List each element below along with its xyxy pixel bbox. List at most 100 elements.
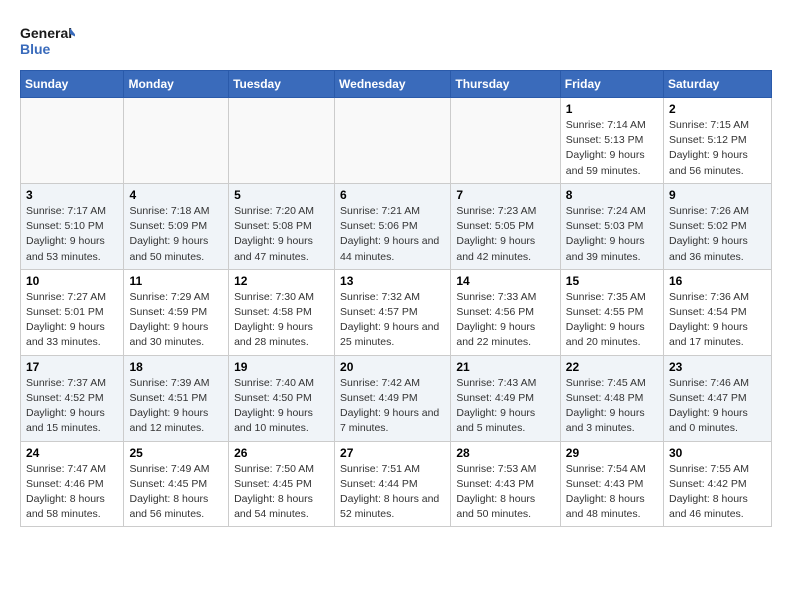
day-number: 29 xyxy=(566,446,658,460)
day-number: 15 xyxy=(566,274,658,288)
calendar-day-cell: 3 Sunrise: 7:17 AM Sunset: 5:10 PM Daylig… xyxy=(21,183,124,269)
calendar-day-cell: 18 Sunrise: 7:39 AM Sunset: 4:51 PM Dayli… xyxy=(124,355,229,441)
day-number: 4 xyxy=(129,188,223,202)
calendar-week-row: 17 Sunrise: 7:37 AM Sunset: 4:52 PM Dayli… xyxy=(21,355,772,441)
day-number: 18 xyxy=(129,360,223,374)
calendar-day-cell xyxy=(451,98,560,184)
day-info: Sunrise: 7:26 AM Sunset: 5:02 PM Dayligh… xyxy=(669,204,766,265)
calendar-day-cell: 17 Sunrise: 7:37 AM Sunset: 4:52 PM Dayli… xyxy=(21,355,124,441)
day-info: Sunrise: 7:23 AM Sunset: 5:05 PM Dayligh… xyxy=(456,204,554,265)
calendar-day-cell: 22 Sunrise: 7:45 AM Sunset: 4:48 PM Dayli… xyxy=(560,355,663,441)
day-info: Sunrise: 7:15 AM Sunset: 5:12 PM Dayligh… xyxy=(669,118,766,179)
calendar-day-cell: 11 Sunrise: 7:29 AM Sunset: 4:59 PM Dayli… xyxy=(124,269,229,355)
day-number: 13 xyxy=(340,274,445,288)
calendar-day-cell: 30Sunrise: 7:55 AM Sunset: 4:42 PM Dayli… xyxy=(664,441,772,527)
calendar-day-cell: 25 Sunrise: 7:49 AM Sunset: 4:45 PM Dayli… xyxy=(124,441,229,527)
day-number: 26 xyxy=(234,446,329,460)
day-number: 27 xyxy=(340,446,445,460)
day-info: Sunrise: 7:40 AM Sunset: 4:50 PM Dayligh… xyxy=(234,376,329,437)
svg-text:Blue: Blue xyxy=(20,41,51,57)
day-number: 3 xyxy=(26,188,118,202)
calendar-day-cell: 20 Sunrise: 7:42 AM Sunset: 4:49 PM Dayli… xyxy=(335,355,451,441)
day-number: 12 xyxy=(234,274,329,288)
calendar-day-cell xyxy=(335,98,451,184)
day-number: 2 xyxy=(669,102,766,116)
calendar-day-cell: 14Sunrise: 7:33 AM Sunset: 4:56 PM Dayli… xyxy=(451,269,560,355)
calendar-day-cell xyxy=(21,98,124,184)
day-number: 8 xyxy=(566,188,658,202)
weekday-header-row: SundayMondayTuesdayWednesdayThursdayFrid… xyxy=(21,71,772,98)
day-info: Sunrise: 7:36 AM Sunset: 4:54 PM Dayligh… xyxy=(669,290,766,351)
calendar-day-cell xyxy=(124,98,229,184)
day-info: Sunrise: 7:21 AM Sunset: 5:06 PM Dayligh… xyxy=(340,204,445,265)
weekday-header-cell: Sunday xyxy=(21,71,124,98)
day-info: Sunrise: 7:35 AM Sunset: 4:55 PM Dayligh… xyxy=(566,290,658,351)
calendar-day-cell: 12 Sunrise: 7:30 AM Sunset: 4:58 PM Dayli… xyxy=(229,269,335,355)
calendar-day-cell: 1 Sunrise: 7:14 AM Sunset: 5:13 PM Daylig… xyxy=(560,98,663,184)
weekday-header-cell: Monday xyxy=(124,71,229,98)
calendar-day-cell: 4 Sunrise: 7:18 AM Sunset: 5:09 PM Daylig… xyxy=(124,183,229,269)
page-header: General Blue xyxy=(20,20,772,60)
day-info: Sunrise: 7:24 AM Sunset: 5:03 PM Dayligh… xyxy=(566,204,658,265)
day-number: 21 xyxy=(456,360,554,374)
day-number: 23 xyxy=(669,360,766,374)
day-info: Sunrise: 7:30 AM Sunset: 4:58 PM Dayligh… xyxy=(234,290,329,351)
calendar-week-row: 10 Sunrise: 7:27 AM Sunset: 5:01 PM Dayli… xyxy=(21,269,772,355)
calendar-day-cell: 7 Sunrise: 7:23 AM Sunset: 5:05 PM Daylig… xyxy=(451,183,560,269)
day-info: Sunrise: 7:50 AM Sunset: 4:45 PM Dayligh… xyxy=(234,462,329,523)
day-info: Sunrise: 7:51 AM Sunset: 4:44 PM Dayligh… xyxy=(340,462,445,523)
day-info: Sunrise: 7:37 AM Sunset: 4:52 PM Dayligh… xyxy=(26,376,118,437)
calendar-day-cell: 6Sunrise: 7:21 AM Sunset: 5:06 PM Daylig… xyxy=(335,183,451,269)
day-number: 16 xyxy=(669,274,766,288)
calendar-day-cell: 27 Sunrise: 7:51 AM Sunset: 4:44 PM Dayli… xyxy=(335,441,451,527)
day-info: Sunrise: 7:54 AM Sunset: 4:43 PM Dayligh… xyxy=(566,462,658,523)
day-info: Sunrise: 7:39 AM Sunset: 4:51 PM Dayligh… xyxy=(129,376,223,437)
calendar-day-cell: 21 Sunrise: 7:43 AM Sunset: 4:49 PM Dayli… xyxy=(451,355,560,441)
day-number: 19 xyxy=(234,360,329,374)
weekday-header-cell: Tuesday xyxy=(229,71,335,98)
calendar-week-row: 24Sunrise: 7:47 AM Sunset: 4:46 PM Dayli… xyxy=(21,441,772,527)
weekday-header-cell: Saturday xyxy=(664,71,772,98)
day-info: Sunrise: 7:27 AM Sunset: 5:01 PM Dayligh… xyxy=(26,290,118,351)
day-info: Sunrise: 7:42 AM Sunset: 4:49 PM Dayligh… xyxy=(340,376,445,437)
day-info: Sunrise: 7:18 AM Sunset: 5:09 PM Dayligh… xyxy=(129,204,223,265)
calendar-day-cell: 23 Sunrise: 7:46 AM Sunset: 4:47 PM Dayli… xyxy=(664,355,772,441)
day-number: 20 xyxy=(340,360,445,374)
day-info: Sunrise: 7:45 AM Sunset: 4:48 PM Dayligh… xyxy=(566,376,658,437)
weekday-header-cell: Thursday xyxy=(451,71,560,98)
logo-svg: General Blue xyxy=(20,20,75,60)
day-info: Sunrise: 7:43 AM Sunset: 4:49 PM Dayligh… xyxy=(456,376,554,437)
calendar-body: 1 Sunrise: 7:14 AM Sunset: 5:13 PM Daylig… xyxy=(21,98,772,527)
day-number: 11 xyxy=(129,274,223,288)
calendar-day-cell: 15 Sunrise: 7:35 AM Sunset: 4:55 PM Dayli… xyxy=(560,269,663,355)
svg-text:General: General xyxy=(20,25,72,41)
calendar-day-cell: 28Sunrise: 7:53 AM Sunset: 4:43 PM Dayli… xyxy=(451,441,560,527)
day-number: 24 xyxy=(26,446,118,460)
calendar-day-cell: 2 Sunrise: 7:15 AM Sunset: 5:12 PM Daylig… xyxy=(664,98,772,184)
day-info: Sunrise: 7:46 AM Sunset: 4:47 PM Dayligh… xyxy=(669,376,766,437)
calendar-week-row: 3 Sunrise: 7:17 AM Sunset: 5:10 PM Daylig… xyxy=(21,183,772,269)
day-number: 28 xyxy=(456,446,554,460)
calendar-day-cell: 24Sunrise: 7:47 AM Sunset: 4:46 PM Dayli… xyxy=(21,441,124,527)
logo: General Blue xyxy=(20,20,75,60)
calendar-week-row: 1 Sunrise: 7:14 AM Sunset: 5:13 PM Daylig… xyxy=(21,98,772,184)
calendar-day-cell: 29 Sunrise: 7:54 AM Sunset: 4:43 PM Dayli… xyxy=(560,441,663,527)
day-info: Sunrise: 7:14 AM Sunset: 5:13 PM Dayligh… xyxy=(566,118,658,179)
calendar-day-cell: 10 Sunrise: 7:27 AM Sunset: 5:01 PM Dayli… xyxy=(21,269,124,355)
calendar-day-cell: 8 Sunrise: 7:24 AM Sunset: 5:03 PM Daylig… xyxy=(560,183,663,269)
day-number: 25 xyxy=(129,446,223,460)
day-info: Sunrise: 7:29 AM Sunset: 4:59 PM Dayligh… xyxy=(129,290,223,351)
day-number: 17 xyxy=(26,360,118,374)
calendar-day-cell: 16 Sunrise: 7:36 AM Sunset: 4:54 PM Dayli… xyxy=(664,269,772,355)
day-info: Sunrise: 7:55 AM Sunset: 4:42 PM Dayligh… xyxy=(669,462,766,523)
day-number: 5 xyxy=(234,188,329,202)
day-info: Sunrise: 7:49 AM Sunset: 4:45 PM Dayligh… xyxy=(129,462,223,523)
day-number: 1 xyxy=(566,102,658,116)
day-number: 22 xyxy=(566,360,658,374)
day-info: Sunrise: 7:20 AM Sunset: 5:08 PM Dayligh… xyxy=(234,204,329,265)
day-number: 7 xyxy=(456,188,554,202)
day-number: 10 xyxy=(26,274,118,288)
day-info: Sunrise: 7:33 AM Sunset: 4:56 PM Dayligh… xyxy=(456,290,554,351)
day-info: Sunrise: 7:17 AM Sunset: 5:10 PM Dayligh… xyxy=(26,204,118,265)
calendar-day-cell: 5 Sunrise: 7:20 AM Sunset: 5:08 PM Daylig… xyxy=(229,183,335,269)
